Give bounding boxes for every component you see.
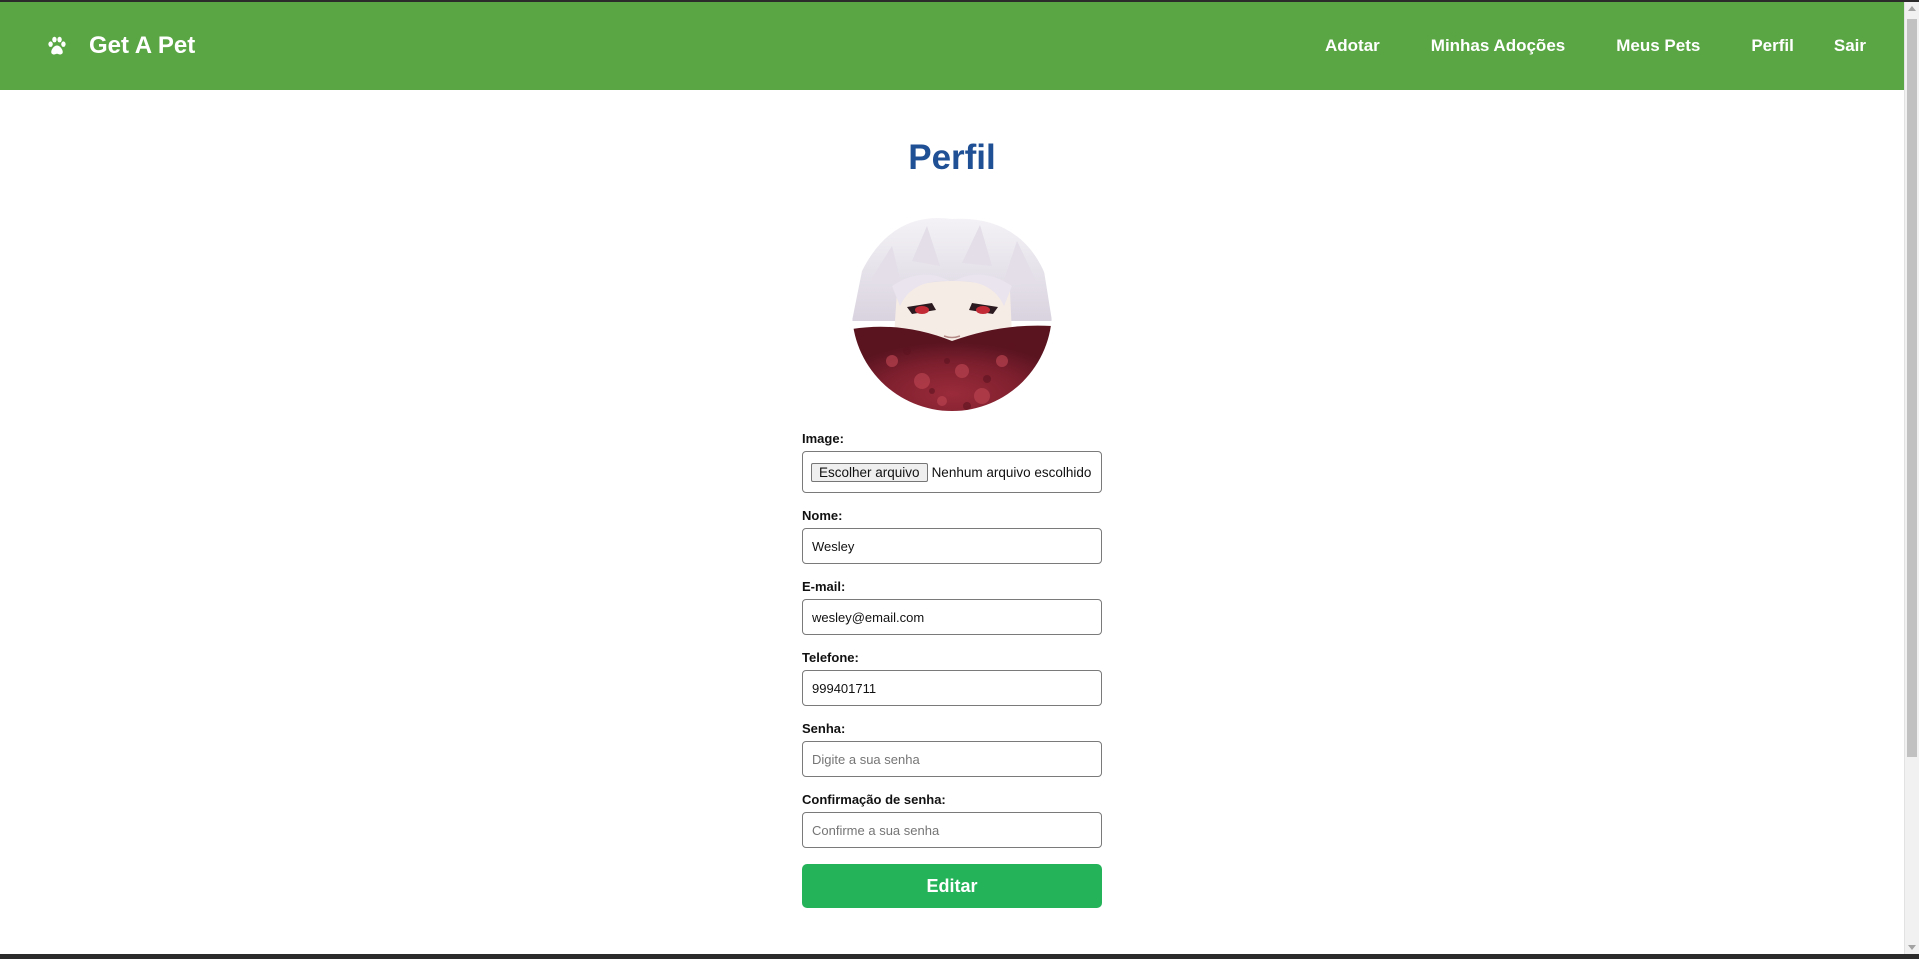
scrollbar-thumb[interactable]: [1907, 19, 1917, 757]
image-file-input[interactable]: Escolher arquivo Nenhum arquivo escolhid…: [802, 451, 1102, 493]
choose-file-button[interactable]: Escolher arquivo: [811, 462, 928, 482]
email-label: E-mail:: [802, 579, 846, 594]
phone-input[interactable]: [802, 670, 1102, 706]
confirm-password-label: Confirmação de senha:: [802, 792, 946, 807]
password-label: Senha:: [802, 721, 846, 736]
image-label: Image:: [802, 431, 844, 446]
page-scrollbar[interactable]: [1904, 2, 1919, 954]
email-input[interactable]: [802, 599, 1102, 635]
nav-link-minhas-adocoes[interactable]: Minhas Adoções: [1431, 36, 1565, 56]
scroll-up-arrow-icon[interactable]: [1908, 6, 1916, 11]
confirm-password-input[interactable]: [802, 812, 1102, 848]
password-input[interactable]: [802, 741, 1102, 777]
submit-row: Editar: [802, 864, 1102, 908]
brand-name: Get A Pet: [89, 32, 196, 59]
profile-form: Image: Escolher arquivo Nenhum arquivo e…: [802, 430, 1102, 908]
name-label: Nome:: [802, 508, 843, 523]
brand[interactable]: Get A Pet: [46, 32, 195, 60]
email-field: E-mail:: [802, 578, 1102, 635]
phone-label: Telefone:: [802, 650, 859, 665]
image-field: Image: Escolher arquivo Nenhum arquivo e…: [802, 430, 1102, 493]
avatar-image: [852, 211, 1052, 411]
nav-link-perfil[interactable]: Perfil: [1751, 36, 1794, 56]
window-bottom-border: [0, 954, 1919, 959]
nav-link-sair[interactable]: Sair: [1834, 36, 1866, 56]
phone-field: Telefone:: [802, 649, 1102, 706]
confirm-password-field: Confirmação de senha:: [802, 791, 1102, 848]
page: Get A Pet Adotar Minhas Adoções Meus Pet…: [0, 0, 1919, 959]
scroll-down-arrow-icon[interactable]: [1908, 945, 1916, 950]
file-status: Nenhum arquivo escolhido: [931, 464, 1092, 480]
nav-link-meus-pets[interactable]: Meus Pets: [1616, 36, 1700, 56]
navbar: Get A Pet Adotar Minhas Adoções Meus Pet…: [0, 2, 1904, 90]
name-input[interactable]: [802, 528, 1102, 564]
paw-icon: [48, 36, 66, 55]
avatar: [852, 211, 1052, 411]
page-title: Perfil: [908, 138, 996, 177]
password-field: Senha:: [802, 720, 1102, 777]
nav-link-adotar[interactable]: Adotar: [1325, 36, 1380, 56]
edit-button[interactable]: Editar: [802, 864, 1102, 908]
nav-links: Adotar Minhas Adoções Meus Pets Perfil S…: [1325, 36, 1866, 56]
name-field: Nome:: [802, 507, 1102, 564]
